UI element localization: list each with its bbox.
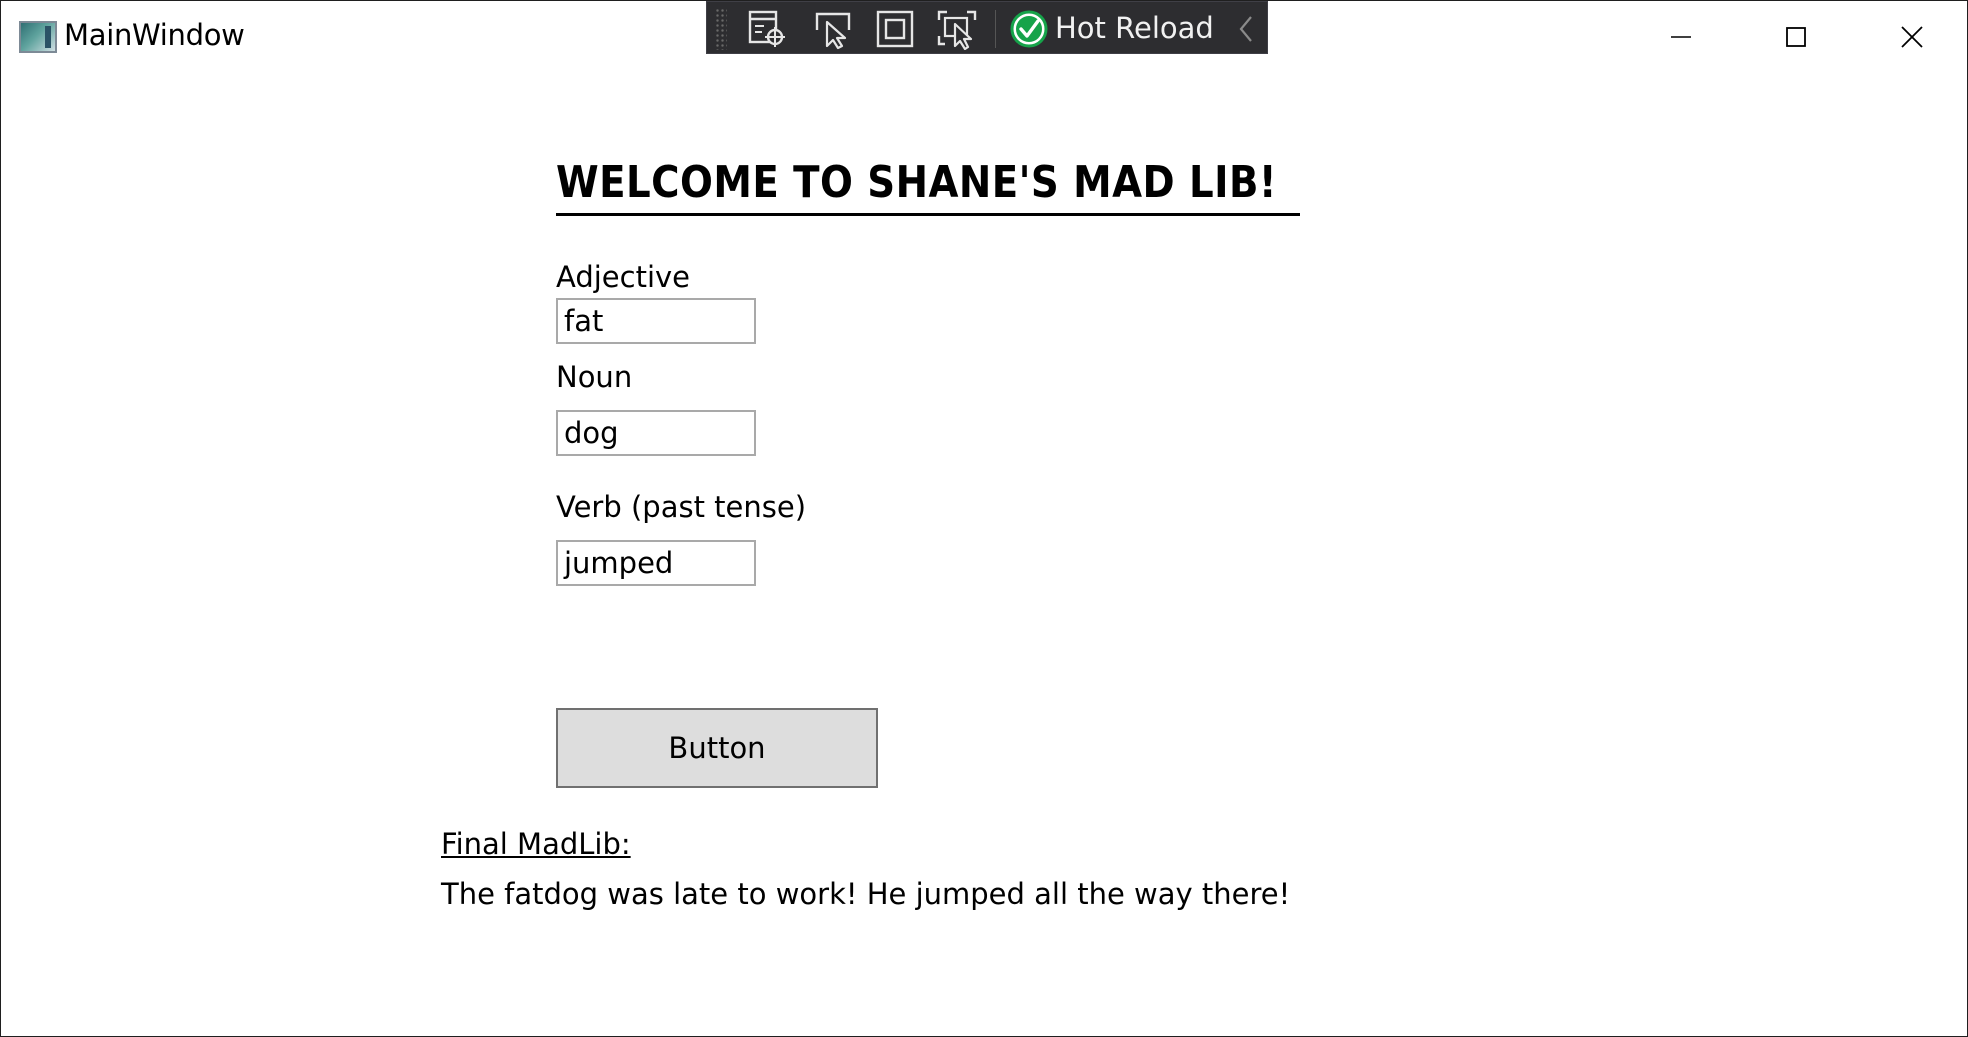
live-visual-tree-icon [748, 10, 785, 47]
heading-underline [556, 213, 1300, 216]
live-visual-tree-button[interactable] [743, 6, 791, 51]
track-focus-button[interactable] [933, 6, 981, 51]
result-label: Final MadLib: [441, 827, 631, 861]
page-heading: Welcome to Shane's Mad Lib! [556, 157, 1278, 208]
minimize-icon [1671, 36, 1691, 38]
window-title: MainWindow [64, 18, 245, 52]
hot-reload-status-icon[interactable] [1009, 9, 1049, 49]
submit-button[interactable]: Button [556, 708, 878, 788]
app-icon [19, 21, 57, 53]
noun-label: Noun [556, 360, 633, 394]
toolbar-grip[interactable] [715, 8, 727, 50]
select-element-icon [815, 12, 851, 49]
verb-label: Verb (past tense) [556, 490, 807, 524]
toolbar-separator [995, 10, 996, 48]
maximize-button[interactable] [1738, 1, 1854, 73]
track-focus-icon [937, 10, 977, 50]
adjective-input[interactable]: fat [556, 298, 756, 344]
result-text: The fatdog was late to work! He jumped a… [441, 877, 1291, 911]
minimize-button[interactable] [1623, 1, 1739, 73]
verb-input[interactable]: jumped [556, 540, 756, 586]
select-element-button[interactable] [808, 6, 856, 51]
close-button[interactable] [1854, 1, 1968, 73]
close-icon [1901, 26, 1923, 48]
noun-input[interactable]: dog [556, 410, 756, 456]
collapse-chevron-icon[interactable] [1235, 13, 1257, 45]
hot-reload-toolbar: Hot Reload [706, 1, 1268, 54]
adjective-label: Adjective [556, 260, 691, 294]
main-window: MainWindow Hot Reload WELCOME TO SHANE'S… [0, 0, 1968, 1037]
display-layout-adorners-button[interactable] [871, 6, 919, 51]
display-layout-adorners-icon [876, 10, 914, 47]
maximize-icon [1786, 27, 1806, 47]
hot-reload-label[interactable]: Hot Reload [1055, 11, 1214, 45]
